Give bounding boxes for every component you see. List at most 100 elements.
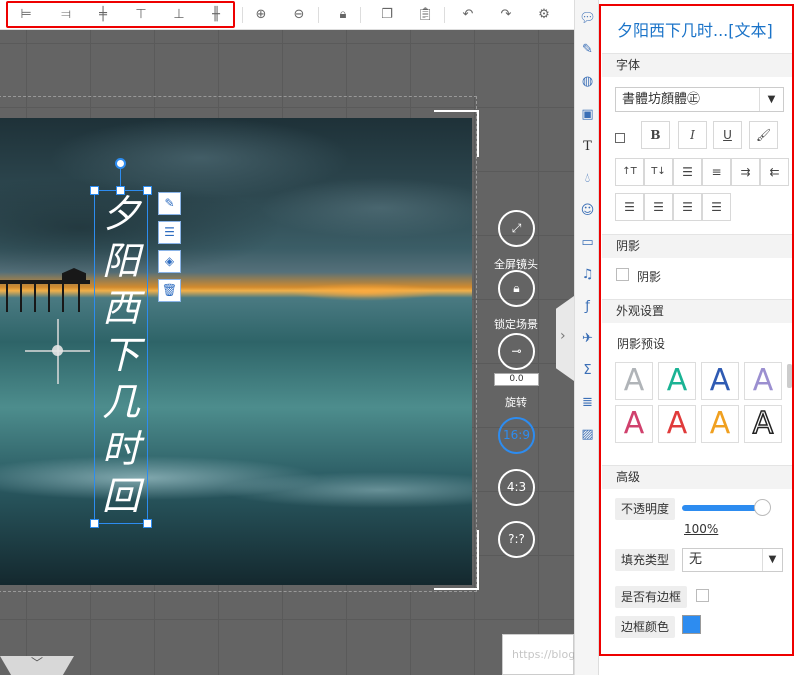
preset-blue[interactable]: A: [701, 362, 739, 400]
opacity-value[interactable]: 100%: [684, 522, 718, 536]
chevron-right-icon[interactable]: ›: [560, 328, 566, 344]
font-color-picker[interactable]: [615, 121, 633, 149]
shadow-checkbox[interactable]: [616, 268, 629, 281]
ratio-custom-button[interactable]: ?:?: [498, 521, 535, 558]
panel-title: 夕阳西下几时...[文本]: [617, 21, 773, 40]
fill-style-button[interactable]: ◈: [158, 250, 181, 273]
format-painter-icon[interactable]: 🖌︎: [749, 121, 778, 149]
text-icon[interactable]: T: [579, 138, 596, 155]
opacity-label: 不透明度: [615, 498, 676, 520]
shadow-section-header[interactable]: 阴影: [602, 234, 792, 258]
text-align-button[interactable]: ☰: [158, 221, 181, 244]
vertical-text[interactable]: 夕 阳 西 下 几 时 回: [94, 190, 148, 524]
resize-handle-br[interactable]: [143, 519, 152, 528]
border-color-label: 边框颜色: [615, 616, 676, 638]
music-icon[interactable]: ♫: [579, 266, 596, 283]
resize-handle-tl[interactable]: [90, 186, 99, 195]
preset-silver[interactable]: A: [615, 362, 653, 400]
layers-icon[interactable]: ≣: [579, 394, 596, 411]
justify-text-icon[interactable]: ☰: [702, 193, 731, 221]
lock-scene-label: 锁定场景: [494, 318, 538, 331]
pencil-icon[interactable]: ✎: [579, 41, 596, 58]
zoom-out-icon[interactable]: ⊖: [291, 7, 307, 23]
pier-silhouette: [0, 258, 90, 318]
drop-icon[interactable]: 💧︎: [579, 170, 596, 187]
has-border-label: 是否有边框: [615, 586, 688, 608]
timeline-expand-button[interactable]: ﹀: [0, 656, 74, 675]
image-icon[interactable]: ▣: [579, 106, 596, 123]
underline-button[interactable]: U: [713, 121, 742, 149]
plane-icon[interactable]: ✈: [579, 330, 596, 347]
has-border-checkbox[interactable]: [696, 589, 709, 602]
fullscreen-camera-button[interactable]: ⤢: [498, 210, 535, 247]
preset-red[interactable]: A: [658, 405, 696, 443]
chevron-down-icon[interactable]: ▼: [762, 549, 782, 571]
stage-canvas[interactable]: 夕 阳 西 下 几 时 回 ✎ ☰ ◈ 🗑︎ ⤢ 全屏镜头 🔒︎ 锁定场景 ⊸ …: [0, 30, 574, 675]
list-icon[interactable]: ≡: [702, 158, 731, 186]
photo-icon[interactable]: ▨: [579, 426, 596, 443]
outdent-icon[interactable]: ⇇: [760, 158, 789, 186]
rotate-dial[interactable]: ⊸: [498, 333, 535, 370]
align-middle-icon[interactable]: ╫: [208, 7, 224, 23]
resize-handle-tr[interactable]: [143, 186, 152, 195]
camera-frame-corner: [434, 530, 479, 590]
bold-button[interactable]: B: [641, 121, 670, 149]
indent-icon[interactable]: ⇉: [731, 158, 760, 186]
undo-icon[interactable]: ↶: [460, 7, 476, 23]
comment-icon[interactable]: 💬︎: [579, 10, 596, 27]
align-top-icon[interactable]: ⊤: [133, 7, 149, 23]
italic-button[interactable]: I: [678, 121, 707, 149]
line-spacing-icon[interactable]: ☰: [673, 158, 702, 186]
resize-handle-bl[interactable]: [90, 519, 99, 528]
preset-pink[interactable]: A: [615, 405, 653, 443]
align-left-icon[interactable]: ⊨: [18, 7, 34, 23]
panel-scrollbar[interactable]: [787, 364, 792, 388]
preset-lavender[interactable]: A: [744, 362, 782, 400]
shadow-preset-label: 阴影预设: [617, 337, 666, 351]
alignment-tools-group: [6, 1, 235, 28]
increase-font-button[interactable]: ↑T: [615, 158, 644, 186]
paste-icon[interactable]: 📋︎: [417, 7, 434, 23]
decrease-font-button[interactable]: T↓: [644, 158, 673, 186]
font-section-header[interactable]: 字体: [602, 53, 792, 77]
lock-scene-button[interactable]: 🔒︎: [498, 270, 535, 307]
function-icon[interactable]: ƒ: [579, 298, 596, 315]
folder-icon[interactable]: ▭: [579, 234, 596, 251]
camera-frame-corner: [434, 110, 479, 157]
sigma-icon[interactable]: Σ: [579, 362, 596, 379]
rotate-label: 旋转: [505, 396, 527, 409]
resize-handle-t[interactable]: [116, 186, 125, 195]
edit-text-button[interactable]: ✎: [158, 192, 181, 215]
ratio-4-3-button[interactable]: 4:3: [498, 469, 535, 506]
border-color-swatch[interactable]: [682, 615, 701, 634]
preset-teal[interactable]: A: [658, 362, 696, 400]
top-toolbar: ⊨ ⫤ ╪ ⊤ ⊥ ╫ ⊕ ⊖ 🔒︎ ❐ 📋︎ ↶ ↷ ⚙: [0, 0, 574, 30]
fill-type-value: 无: [689, 552, 703, 567]
align-right-text-icon[interactable]: ☰: [673, 193, 702, 221]
advanced-section-header[interactable]: 高级: [602, 465, 792, 489]
rotate-value-input[interactable]: 0.0: [494, 373, 539, 386]
character-icon[interactable]: ☺: [579, 202, 596, 219]
zoom-in-icon[interactable]: ⊕: [253, 7, 269, 23]
appearance-section-header[interactable]: 外观设置: [602, 299, 792, 323]
align-center-text-icon[interactable]: ☰: [644, 193, 673, 221]
fill-type-label: 填充类型: [615, 549, 676, 571]
align-center-h-icon[interactable]: ╪: [95, 7, 111, 23]
opacity-slider-knob[interactable]: [754, 499, 771, 516]
ratio-16-9-button[interactable]: 16:9: [498, 417, 535, 454]
shapes-icon[interactable]: ◍: [579, 73, 596, 90]
preset-outline[interactable]: A: [744, 405, 782, 443]
font-family-select[interactable]: 書體坊顏體㊣ ▼: [615, 87, 784, 112]
fill-type-select[interactable]: 无 ▼: [682, 548, 783, 572]
preset-orange[interactable]: A: [701, 405, 739, 443]
align-left-text-icon[interactable]: ☰: [615, 193, 644, 221]
align-bottom-icon[interactable]: ⊥: [171, 7, 187, 23]
align-right-icon[interactable]: ⫤: [58, 7, 74, 23]
settings-icon[interactable]: ⚙: [536, 7, 552, 23]
copy-icon[interactable]: ❐: [379, 7, 395, 23]
rotate-handle[interactable]: [115, 158, 126, 169]
chevron-down-icon[interactable]: ▼: [759, 88, 783, 111]
lock-icon[interactable]: 🔒︎: [335, 7, 351, 23]
delete-button[interactable]: 🗑︎: [158, 279, 181, 302]
redo-icon[interactable]: ↷: [498, 7, 514, 23]
